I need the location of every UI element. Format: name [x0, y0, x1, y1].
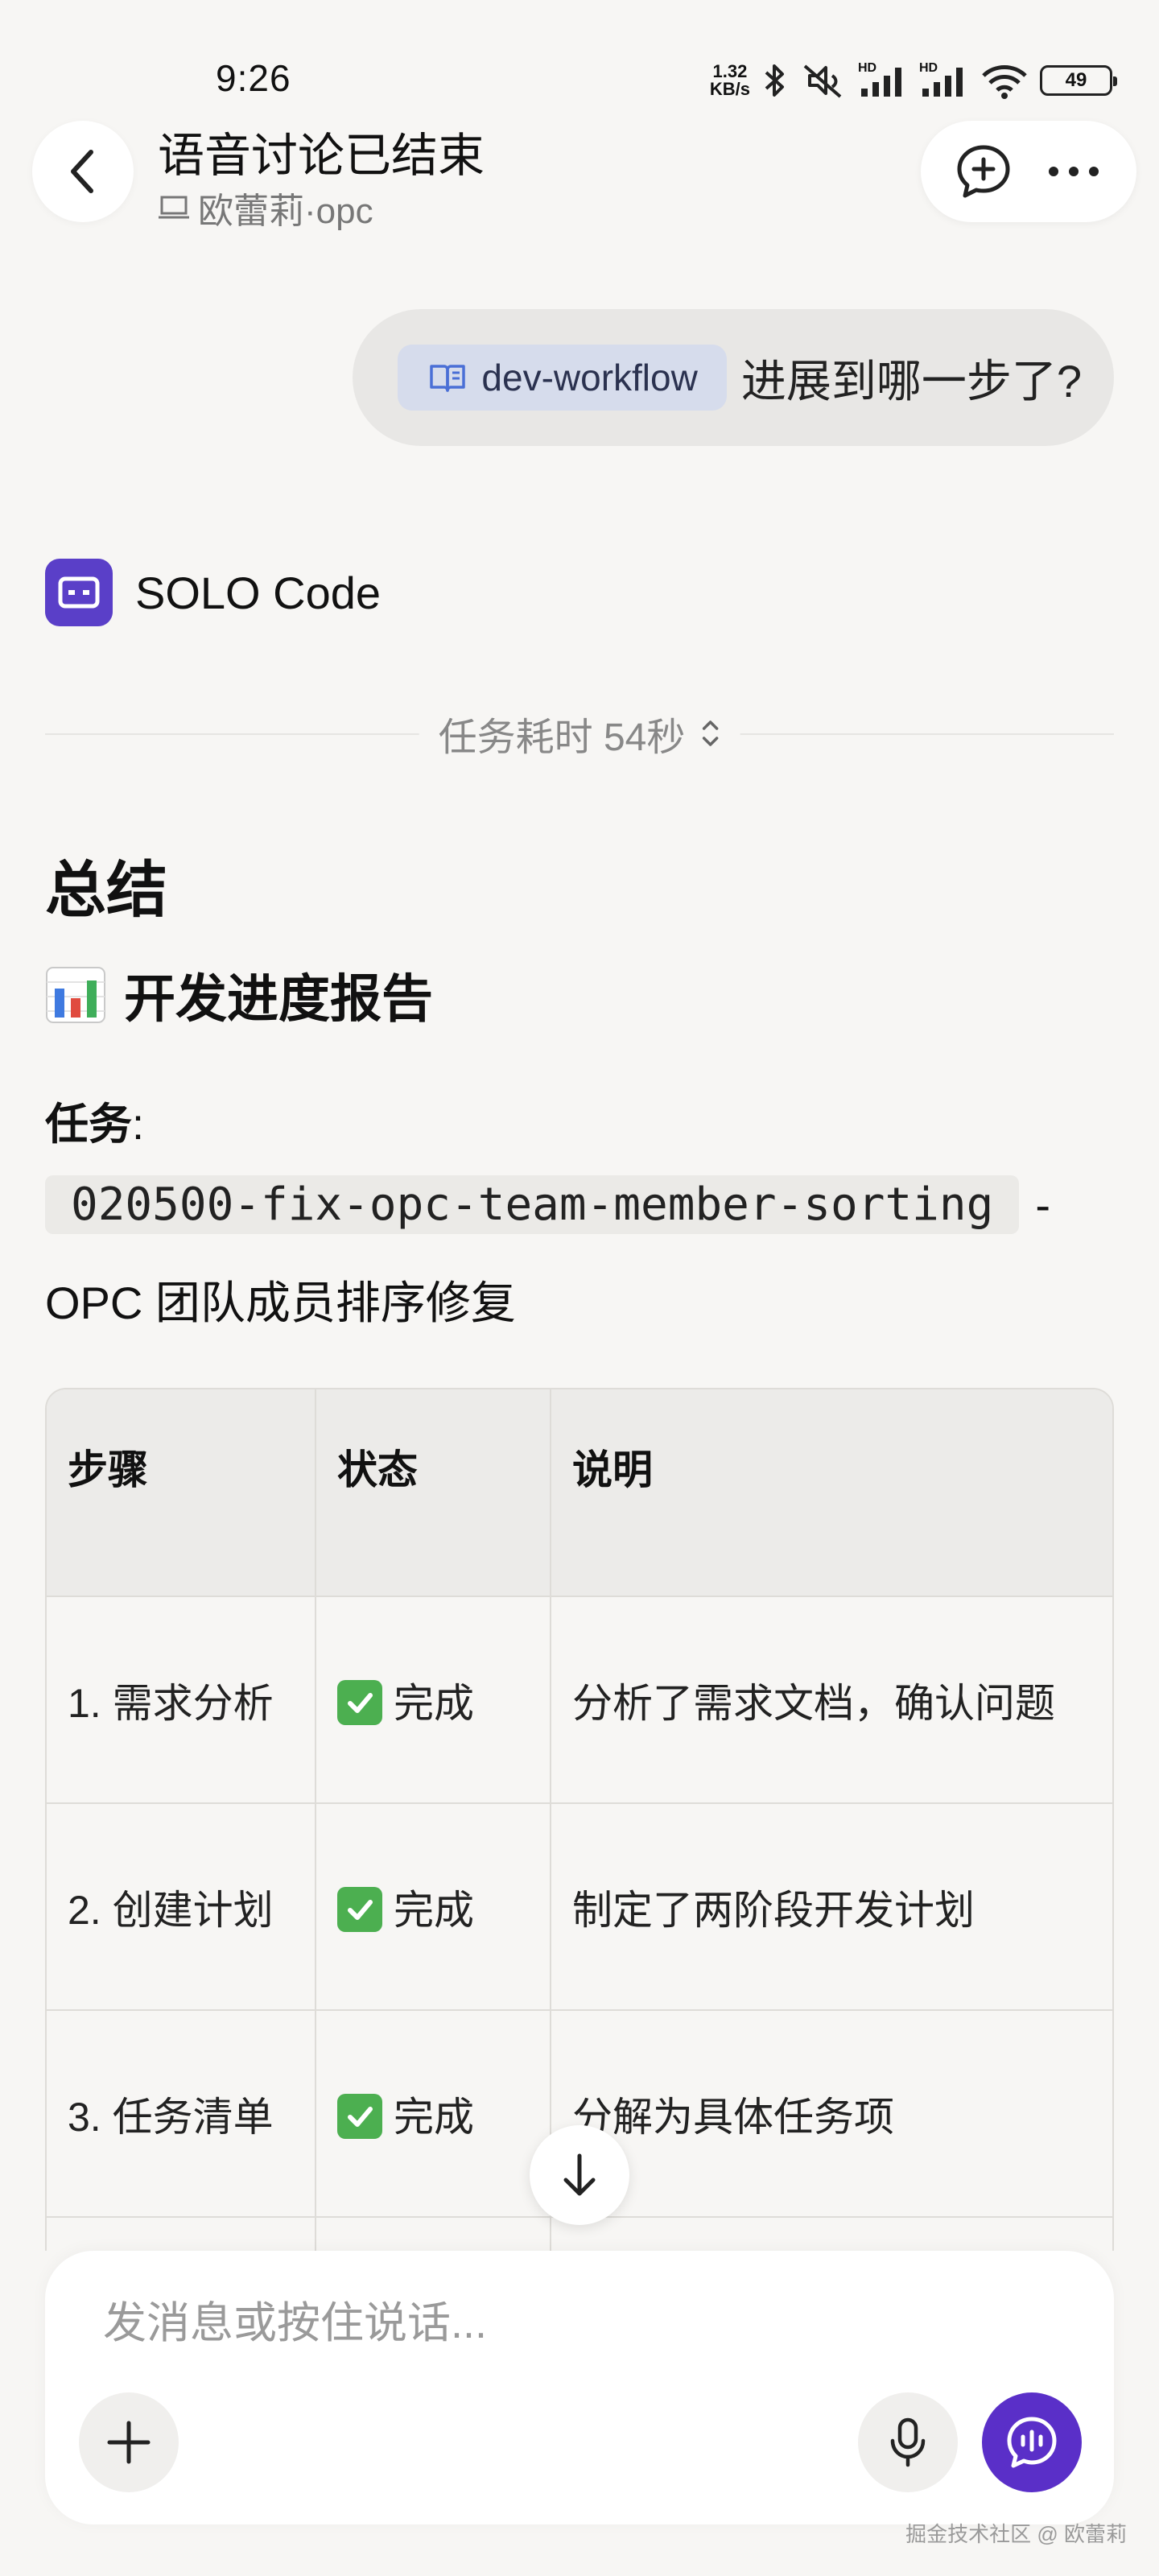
table-header-desc: 说明	[551, 1389, 1112, 1597]
more-dots-icon	[1049, 167, 1099, 176]
check-mark-icon	[337, 1887, 382, 1933]
back-button[interactable]	[32, 121, 134, 222]
table-row: 2. 创建计划 完成 制定了两阶段开发计划	[47, 1803, 1112, 2011]
scroll-to-bottom-button[interactable]	[530, 2125, 629, 2225]
signal-2: HD	[919, 61, 969, 100]
microphone-button[interactable]	[858, 2392, 958, 2492]
duration-divider[interactable]: 任务耗时 54秒	[45, 697, 1114, 770]
arrow-down-icon	[563, 2153, 596, 2196]
mute-bell-icon	[803, 64, 842, 98]
table-cell-desc: 分解为具体任务项	[551, 2010, 1112, 2218]
page-title: 语音讨论已结束	[158, 130, 485, 182]
agent-header: SOLO Code	[45, 559, 381, 626]
table-cell-empty	[47, 2217, 316, 2251]
table-header-step: 步骤	[47, 1389, 316, 1597]
progress-table: 步骤 状态 说明 1. 需求分析 完成 分析了需求文档，确认问题 2. 创建计划	[45, 1388, 1114, 2251]
table-cell-step: 1. 需求分析	[47, 1596, 316, 1804]
progress-table-grid: 步骤 状态 说明 1. 需求分析 完成 分析了需求文档，确认问题 2. 创建计划	[47, 1389, 1112, 2251]
check-mark-icon	[337, 2094, 382, 2140]
report-heading: 开发进度报告	[45, 958, 433, 1032]
duration-toggle[interactable]: 任务耗时 54秒	[419, 705, 740, 762]
table-cell-step: 2. 创建计划	[47, 1803, 316, 2011]
user-message-text: 进展到哪一步了?	[740, 355, 1082, 407]
table-cell-desc: 制定了两阶段开发计划	[551, 1803, 1112, 2011]
agent-avatar	[45, 559, 113, 626]
task-label: 任务:	[45, 1100, 145, 1149]
duration-text: 任务耗时 54秒	[438, 716, 686, 759]
signal-bars-icon	[922, 68, 963, 97]
microphone-icon	[890, 2417, 926, 2467]
more-button[interactable]	[1037, 135, 1110, 208]
laptop-icon	[159, 196, 189, 219]
user-message-bubble[interactable]: dev-workflow 进展到哪一步了?	[353, 309, 1114, 446]
agent-name: SOLO Code	[135, 567, 382, 618]
page-subtitle: 欧蕾莉·opc	[158, 182, 373, 233]
table-row: 1. 需求分析 完成 分析了需求文档，确认问题	[47, 1596, 1112, 1804]
net-speed: 1.32 KB/s	[709, 61, 750, 99]
task-line: 020500-fix-opc-team-member-sorting -	[45, 1175, 1050, 1234]
add-attachment-button[interactable]	[79, 2392, 179, 2492]
check-mark-icon	[337, 1680, 382, 1726]
message-composer	[45, 2251, 1114, 2524]
table-cell-status: 完成	[316, 2010, 551, 2218]
skill-chip[interactable]: dev-workflow	[398, 345, 727, 411]
voice-chat-icon	[1007, 2417, 1057, 2468]
table-header-status: 状态	[316, 1389, 551, 1597]
header-actions	[921, 121, 1136, 222]
book-icon	[430, 365, 466, 392]
skill-chip-label: dev-workflow	[481, 357, 698, 398]
table-cell-step: 3. 任务清单	[47, 2010, 316, 2218]
status-icons: 1.32 KB/s HD HD 49	[709, 58, 1117, 103]
signal-1: HD	[858, 61, 908, 100]
voice-chat-button[interactable]	[982, 2392, 1082, 2492]
table-cell-status: 完成	[316, 1596, 551, 1804]
table-cell-desc: 分析了需求文档，确认问题	[551, 1596, 1112, 1804]
plus-icon	[107, 2421, 151, 2464]
solo-code-icon	[58, 576, 100, 609]
table-cell-empty	[551, 2217, 1112, 2251]
task-dash: -	[1035, 1179, 1050, 1230]
summary-heading: 总结	[45, 857, 167, 925]
battery-icon: 49	[1040, 65, 1117, 96]
table-header-row: 步骤 状态 说明	[47, 1389, 1112, 1597]
new-chat-button[interactable]	[947, 135, 1020, 208]
wifi-icon	[982, 65, 1027, 99]
task-code: 020500-fix-opc-team-member-sorting	[45, 1175, 1020, 1234]
table-cell-empty	[316, 2217, 551, 2251]
status-time: 9:26	[216, 57, 291, 99]
chevron-left-icon	[71, 150, 93, 193]
table-cell-status: 完成	[316, 1803, 551, 2011]
chat-plus-icon	[957, 145, 1010, 198]
task-description: OPC 团队成员排序修复	[45, 1278, 516, 1328]
message-input[interactable]	[101, 2297, 1051, 2349]
expand-updown-icon	[702, 720, 719, 746]
bar-chart-emoji-icon	[46, 967, 105, 1023]
bluetooth-icon	[765, 64, 784, 97]
signal-bars-icon	[861, 68, 901, 97]
watermark: 掘金技术社区 @ 欧蕾莉	[905, 2522, 1127, 2546]
